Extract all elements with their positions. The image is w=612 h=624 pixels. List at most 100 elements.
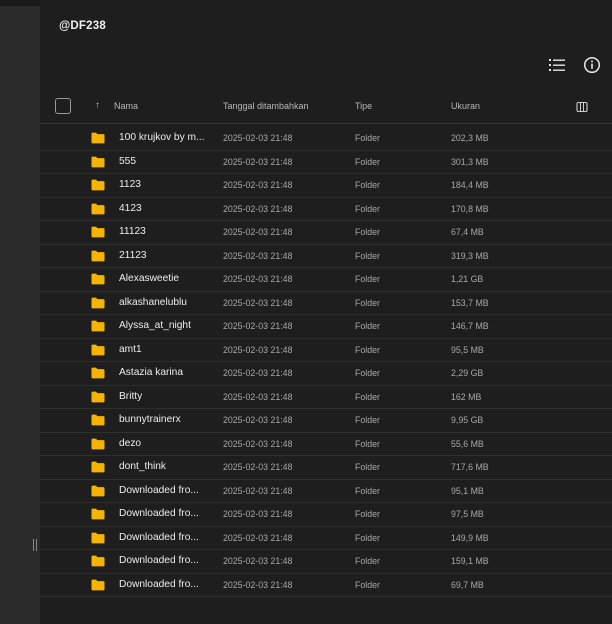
folder-icon xyxy=(91,344,105,355)
date-added: 2025-02-03 21:48 xyxy=(223,344,293,355)
file-name[interactable]: 100 krujkov by m... xyxy=(119,132,213,143)
table-row[interactable]: 555 2025-02-03 21:48 Folder 301,3 MB xyxy=(40,151,612,174)
table-row[interactable]: Astazia karina 2025-02-03 21:48 Folder 2,29… xyxy=(40,362,612,386)
column-header-type[interactable]: Tipe xyxy=(355,101,372,111)
table-row[interactable]: Britty 2025-02-03 21:48 Folder 162 MB xyxy=(40,386,612,409)
file-list: 100 krujkov by m... 2025-02-03 21:48 Folde… xyxy=(40,127,612,597)
folder-icon xyxy=(91,297,105,308)
file-name[interactable]: Alyssa_at_night xyxy=(119,320,213,331)
file-name[interactable]: Downloaded fro... xyxy=(119,508,213,519)
table-row[interactable]: 4123 2025-02-03 21:48 Folder 170,8 MB xyxy=(40,198,612,221)
file-name[interactable]: bunnytrainerx xyxy=(119,414,213,425)
date-added: 2025-02-03 21:48 xyxy=(223,415,293,425)
file-type: Folder xyxy=(355,180,380,190)
file-type: Folder xyxy=(355,368,380,378)
file-type: Folder xyxy=(355,344,380,355)
table-row[interactable]: dont_think 2025-02-03 21:48 Folder 717,6 MB xyxy=(40,456,612,480)
folder-icon xyxy=(91,132,105,144)
folder-icon xyxy=(91,438,105,449)
table-row[interactable]: Downloaded fro... 2025-02-03 21:48 Folder 6… xyxy=(40,574,612,597)
file-browser-main: @DF238 ↑ Nama Tanggal ditambahkan Tipe U… xyxy=(40,0,612,624)
folder-icon xyxy=(91,508,105,520)
file-type: Folder xyxy=(355,532,380,543)
list-view-button[interactable] xyxy=(547,56,567,74)
file-type: Folder xyxy=(355,509,380,519)
column-header-name[interactable]: Nama xyxy=(114,101,138,111)
table-row[interactable]: alkashanelublu 2025-02-03 21:48 Folder 153,… xyxy=(40,292,612,315)
file-size: 2,29 GB xyxy=(451,368,484,378)
table-row[interactable]: Downloaded fro... 2025-02-03 21:48 Folder 1… xyxy=(40,527,612,550)
file-size: 184,4 MB xyxy=(451,180,489,190)
folder-icon xyxy=(91,461,105,473)
date-added: 2025-02-03 21:48 xyxy=(223,391,293,402)
table-row[interactable]: Alexasweetie 2025-02-03 21:48 Folder 1,21 G… xyxy=(40,268,612,292)
file-name[interactable]: Downloaded fro... xyxy=(119,485,213,496)
sidebar-resize-handle[interactable] xyxy=(32,539,38,551)
file-type: Folder xyxy=(355,203,380,214)
file-type: Folder xyxy=(355,438,380,449)
table-row[interactable]: 1123 2025-02-03 21:48 Folder 184,4 MB xyxy=(40,174,612,198)
table-row[interactable]: amt1 2025-02-03 21:48 Folder 95,5 MB xyxy=(40,339,612,362)
file-name[interactable]: dezo xyxy=(119,438,213,449)
date-added: 2025-02-03 21:48 xyxy=(223,180,293,190)
table-row[interactable]: dezo 2025-02-03 21:48 Folder 55,6 MB xyxy=(40,433,612,456)
date-added: 2025-02-03 21:48 xyxy=(223,438,293,449)
file-name[interactable]: 4123 xyxy=(119,203,213,214)
file-size: 95,5 MB xyxy=(451,344,484,355)
table-row[interactable]: 21123 2025-02-03 21:48 Folder 319,3 MB xyxy=(40,245,612,268)
sort-ascending-icon[interactable]: ↑ xyxy=(95,100,100,111)
select-all-checkbox[interactable] xyxy=(55,98,71,114)
file-name[interactable]: 555 xyxy=(119,156,213,167)
column-header-size[interactable]: Ukuran xyxy=(451,101,480,111)
date-added: 2025-02-03 21:48 xyxy=(223,227,293,237)
list-view-icon xyxy=(549,59,565,71)
file-name[interactable]: Downloaded fro... xyxy=(119,555,213,566)
table-row[interactable]: bunnytrainerx 2025-02-03 21:48 Folder 9,95 … xyxy=(40,409,612,433)
table-row[interactable]: Downloaded fro... 2025-02-03 21:48 Folder 9… xyxy=(40,503,612,527)
column-settings-button[interactable] xyxy=(576,100,588,113)
file-name[interactable]: 1123 xyxy=(119,179,213,190)
file-type: Folder xyxy=(355,133,380,143)
column-header-date[interactable]: Tanggal ditambahkan xyxy=(223,101,309,111)
date-added: 2025-02-03 21:48 xyxy=(223,532,293,543)
folder-icon xyxy=(91,391,105,402)
date-added: 2025-02-03 21:48 xyxy=(223,368,293,378)
file-name[interactable]: Downloaded fro... xyxy=(119,532,213,543)
table-row[interactable]: 11123 2025-02-03 21:48 Folder 67,4 MB xyxy=(40,221,612,245)
file-size: 717,6 MB xyxy=(451,462,489,472)
file-type: Folder xyxy=(355,391,380,402)
file-name[interactable]: Downloaded fro... xyxy=(119,579,213,590)
folder-icon xyxy=(91,226,105,238)
date-added: 2025-02-03 21:48 xyxy=(223,556,293,566)
file-size: 202,3 MB xyxy=(451,133,489,143)
file-size: 55,6 MB xyxy=(451,438,484,449)
info-button[interactable] xyxy=(583,56,601,74)
folder-icon xyxy=(91,532,105,543)
file-name[interactable]: Astazia karina xyxy=(119,367,213,378)
file-name[interactable]: Britty xyxy=(119,391,213,402)
table-row[interactable]: Downloaded fro... 2025-02-03 21:48 Folder 9… xyxy=(40,480,612,503)
file-name[interactable]: dont_think xyxy=(119,461,213,472)
file-size: 1,21 GB xyxy=(451,274,484,284)
table-row[interactable]: 100 krujkov by m... 2025-02-03 21:48 Folde… xyxy=(40,127,612,151)
date-added: 2025-02-03 21:48 xyxy=(223,509,293,519)
file-size: 146,7 MB xyxy=(451,321,489,331)
file-name[interactable]: 21123 xyxy=(119,250,213,261)
date-added: 2025-02-03 21:48 xyxy=(223,133,293,143)
folder-icon xyxy=(91,179,105,191)
file-name[interactable]: alkashanelublu xyxy=(119,297,213,308)
table-row[interactable]: Alyssa_at_night 2025-02-03 21:48 Folder 146… xyxy=(40,315,612,339)
file-size: 170,8 MB xyxy=(451,203,489,214)
table-row[interactable]: Downloaded fro... 2025-02-03 21:48 Folder 1… xyxy=(40,550,612,574)
file-name[interactable]: Alexasweetie xyxy=(119,273,213,284)
file-name[interactable]: 11123 xyxy=(119,226,213,237)
file-name[interactable]: amt1 xyxy=(119,344,213,355)
file-type: Folder xyxy=(355,227,380,237)
file-size: 95,1 MB xyxy=(451,485,484,496)
folder-icon xyxy=(91,367,105,379)
file-type: Folder xyxy=(355,485,380,496)
file-type: Folder xyxy=(355,156,380,167)
folder-icon xyxy=(91,320,105,332)
file-type: Folder xyxy=(355,321,380,331)
folder-icon xyxy=(91,250,105,261)
